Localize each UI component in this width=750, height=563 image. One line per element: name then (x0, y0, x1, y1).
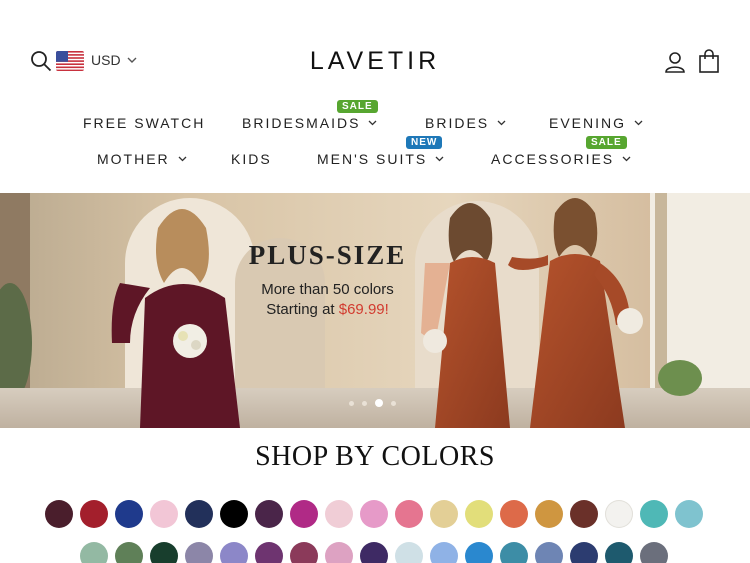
nav-label: ACCESSORIES (491, 151, 615, 167)
user-icon[interactable] (664, 51, 686, 73)
color-swatch[interactable] (150, 500, 178, 528)
sale-badge: SALE (337, 100, 378, 113)
color-swatch[interactable] (465, 542, 493, 563)
chevron-down-icon (178, 156, 187, 162)
color-swatch[interactable] (45, 500, 73, 528)
color-swatch[interactable] (80, 500, 108, 528)
carousel-dot[interactable] (362, 400, 367, 406)
color-swatch[interactable] (150, 542, 178, 563)
color-swatch[interactable] (255, 500, 283, 528)
nav-label: BRIDES (425, 115, 490, 131)
nav-mens-suits[interactable]: MEN'S SUITS (317, 151, 444, 167)
carousel-dot-active[interactable] (375, 399, 383, 407)
color-swatch[interactable] (290, 542, 318, 563)
hero-title: PLUS-SIZE (248, 240, 407, 270)
color-swatch[interactable] (255, 542, 283, 563)
carousel-dots (349, 399, 396, 407)
color-swatch[interactable] (360, 500, 388, 528)
site-logo[interactable]: LAVETIR (0, 47, 750, 76)
color-swatch[interactable] (220, 500, 248, 528)
hero-price: $69.99! (338, 301, 389, 318)
color-swatch[interactable] (185, 542, 213, 563)
nav-label: EVENING (549, 115, 627, 131)
chevron-down-icon (622, 156, 631, 162)
color-swatch[interactable] (535, 542, 563, 563)
nav-accessories[interactable]: ACCESSORIES (491, 151, 631, 167)
color-swatch[interactable] (535, 500, 563, 528)
color-swatch[interactable] (500, 500, 528, 528)
color-swatch[interactable] (605, 542, 633, 563)
color-swatch[interactable] (220, 542, 248, 563)
hero-price-line: Starting at $69.99! (0, 301, 655, 318)
color-swatch[interactable] (115, 542, 143, 563)
color-swatch[interactable] (80, 542, 108, 563)
color-swatch[interactable] (115, 500, 143, 528)
chevron-down-icon (497, 120, 506, 126)
hero-price-prefix: Starting at (266, 301, 339, 318)
color-swatch[interactable] (640, 500, 668, 528)
color-swatch[interactable] (325, 500, 353, 528)
hero-banner[interactable]: PLUS-SIZE More than 50 colors Starting a… (0, 193, 750, 428)
chevron-down-icon (435, 156, 444, 162)
site-header: USD LAVETIR FREE SWATCH BRIDESMAIDS SALE… (0, 0, 750, 193)
nav-bridesmaids[interactable]: BRIDESMAIDS (242, 115, 377, 131)
color-swatch[interactable] (395, 500, 423, 528)
color-swatch[interactable] (605, 500, 633, 528)
color-swatch[interactable] (675, 500, 703, 528)
color-swatch[interactable] (395, 542, 423, 563)
color-swatch[interactable] (430, 500, 458, 528)
color-swatch[interactable] (185, 500, 213, 528)
nav-evening[interactable]: EVENING (549, 115, 643, 131)
carousel-dot[interactable] (349, 400, 354, 406)
carousel-dot[interactable] (391, 400, 396, 406)
hero-subtitle: More than 50 colors (261, 281, 394, 298)
nav-label: KIDS (231, 151, 272, 167)
color-swatch[interactable] (430, 542, 458, 563)
color-swatch[interactable] (500, 542, 528, 563)
nav-mother[interactable]: MOTHER (97, 151, 187, 167)
shopping-bag-icon[interactable] (698, 49, 720, 73)
nav-label: FREE SWATCH (83, 115, 206, 131)
new-badge: NEW (406, 136, 443, 149)
nav-kids[interactable]: KIDS (231, 151, 272, 167)
shop-by-colors-title: SHOP BY COLORS (255, 441, 495, 472)
nav-free-swatch[interactable]: FREE SWATCH (83, 115, 205, 131)
color-swatch[interactable] (325, 542, 353, 563)
color-swatch[interactable] (570, 500, 598, 528)
color-swatch[interactable] (360, 542, 388, 563)
color-swatch[interactable] (290, 500, 318, 528)
color-swatch[interactable] (570, 542, 598, 563)
nav-label: MEN'S SUITS (317, 151, 428, 167)
chevron-down-icon (369, 120, 377, 126)
sale-badge: SALE (586, 136, 627, 149)
chevron-down-icon (634, 120, 643, 126)
color-swatch[interactable] (465, 500, 493, 528)
color-swatch[interactable] (640, 542, 668, 563)
nav-label: MOTHER (97, 151, 170, 167)
nav-label: BRIDESMAIDS (242, 115, 361, 131)
nav-brides[interactable]: BRIDES (425, 115, 506, 131)
